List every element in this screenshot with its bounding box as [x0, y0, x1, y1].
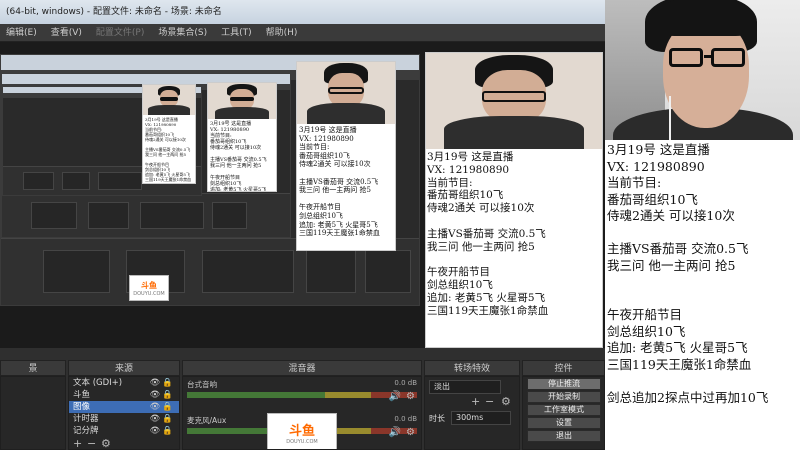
nested-obs-window-2: 3月19号 这是直播 VX: 121980890 当前节目: 番茄哥组织10飞 … [1, 73, 291, 238]
gear-icon[interactable]: ⚙ [101, 437, 111, 449]
visibility-lock-icons: 👁🔒 [149, 390, 175, 400]
window-title: (64-bit, windows) - 配置文件: 未命名 - 场景: 未命名 [0, 0, 605, 24]
source-item[interactable]: 记分牌 👁🔒 [69, 425, 179, 437]
duration-input[interactable]: 300ms [451, 411, 511, 425]
transitions-dock-header: 转场特效 [424, 360, 520, 376]
speaker-icon[interactable]: 🔊 [389, 391, 401, 402]
preview-canvas[interactable]: 3月19号 这是直播 VX: 121980890 当前节目: 番茄哥组织10飞 … [0, 42, 605, 348]
studio-mode-button[interactable]: 工作室模式 [527, 404, 601, 416]
remove-transition-icon[interactable]: − [485, 395, 494, 408]
add-source-icon[interactable]: + [73, 437, 82, 449]
menu-profile[interactable]: 配置文件(P) [96, 24, 144, 41]
source-item[interactable]: 计时器 👁🔒 [69, 413, 179, 425]
transitions-panel: 淡出 + − ⚙ 时长 300ms [424, 376, 520, 450]
sources-panel: 文本 (GDI+) 👁🔒 斗鱼 👁🔒 图像 👁🔒 计时器 👁🔒 记分牌 👁🔒 + − ⚙ [68, 376, 180, 450]
douyu-logo: 斗鱼 DOUYU.COM [267, 413, 337, 449]
stop-streaming-button[interactable]: 停止推流 [527, 378, 601, 390]
menu-tools[interactable]: 工具(T) [221, 24, 252, 41]
nested-obs-window: 3月19号 这是直播 VX: 121980890 当前节目: 番茄哥组织10飞 … [0, 54, 420, 306]
mixer-panel: 台式音响 0.0 dB 🔊 ⚙ 麦克风/Aux 0.0 dB 🔊 ⚙ 斗鱼 DOUYU… [182, 376, 422, 450]
controls-dock-header: 控件 [522, 360, 605, 376]
nested-stream-card-2: 3月19号 这是直播 VX: 121980890 当前节目: 番茄哥组织10飞 … [296, 61, 396, 251]
stream-card-preview: 3月19号 这是直播 VX: 121980890 当前节目: 番茄哥组织10飞 … [425, 52, 603, 348]
visibility-lock-icons: 👁🔒 [149, 378, 175, 388]
douyu-logo-nested: 斗鱼 DOUYU.COM [129, 275, 169, 301]
source-item[interactable]: 图像 👁🔒 [69, 401, 179, 413]
gear-icon[interactable]: ⚙ [406, 391, 415, 402]
gear-icon[interactable]: ⚙ [501, 395, 511, 408]
stream-announcement: 3月19号 这是直播 VX: 121980890 当前节目: 番茄哥组织10飞 … [605, 140, 800, 450]
exit-button[interactable]: 退出 [527, 430, 601, 442]
mixer-channel: 台式音响 0.0 dB 🔊 ⚙ [187, 379, 417, 402]
bottom-docks: 景 来源 混音器 转场特效 控件 文本 (GDI+) 👁🔒 斗鱼 👁🔒 图像 👁🔒 计… [0, 348, 605, 450]
settings-button[interactable]: 设置 [527, 417, 601, 429]
scenes-dock-header: 景 [0, 360, 66, 376]
source-item[interactable]: 文本 (GDI+) 👁🔒 [69, 377, 179, 389]
menu-view[interactable]: 查看(V) [51, 24, 82, 41]
duration-label: 时长 [429, 414, 445, 423]
sources-dock-header: 来源 [68, 360, 180, 376]
speaker-icon[interactable]: 🔊 [389, 427, 401, 438]
webcam-feed [605, 0, 800, 140]
menu-edit[interactable]: 编辑(E) [6, 24, 37, 41]
visibility-lock-icons: 👁🔒 [149, 414, 175, 424]
add-transition-icon[interactable]: + [471, 395, 480, 408]
transition-select[interactable]: 淡出 [429, 380, 501, 394]
scenes-panel[interactable] [0, 376, 66, 450]
mixer-dock-header: 混音器 [182, 360, 422, 376]
controls-panel: 停止推流 开始录制 工作室模式 设置 退出 [522, 376, 605, 450]
menu-bar: 编辑(E) 查看(V) 配置文件(P) 场景集合(S) 工具(T) 帮助(H) [0, 24, 605, 42]
nested-stream-card-3: 3月19号 这是直播 VX: 121980890 当前节目: 番茄哥组织10飞 … [207, 82, 277, 192]
nested-stream-card-4: 3月19号 这是直播 VX: 121980890 当前节目: 番茄哥组织10飞 … [142, 84, 196, 184]
remove-source-icon[interactable]: − [87, 437, 96, 449]
visibility-lock-icons: 👁🔒 [149, 402, 175, 412]
gear-icon[interactable]: ⚙ [406, 427, 415, 438]
visibility-lock-icons: 👁🔒 [149, 426, 175, 436]
menu-scene-collection[interactable]: 场景集合(S) [158, 24, 207, 41]
start-recording-button[interactable]: 开始录制 [527, 391, 601, 403]
source-item[interactable]: 斗鱼 👁🔒 [69, 389, 179, 401]
volume-meter [187, 392, 417, 398]
menu-help[interactable]: 帮助(H) [266, 24, 298, 41]
obs-window: (64-bit, windows) - 配置文件: 未命名 - 场景: 未命名 … [0, 0, 605, 450]
